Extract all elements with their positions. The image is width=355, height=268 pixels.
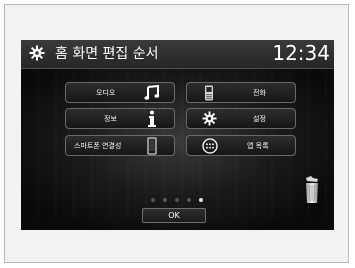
page-dot[interactable] [175, 198, 179, 202]
smartphone-icon [147, 137, 157, 155]
tile-phone-link[interactable]: 스마트폰 연결성 [65, 135, 175, 156]
music-note-icon [144, 85, 160, 100]
tile-app-list[interactable]: 앱 목록 [186, 135, 296, 156]
phone-icon [205, 85, 213, 101]
tile-phone[interactable]: 전화 [186, 82, 296, 103]
infotainment-screen: 홈 화면 편집 순서 12:34 오디오 정보 스마트폰 연결성 전화 설정 앱… [21, 40, 334, 230]
trash-icon[interactable] [304, 176, 320, 204]
app-grid-icon [202, 138, 218, 154]
page-dot[interactable] [163, 198, 167, 202]
tile-audio-label: 오디오 [96, 89, 116, 97]
tile-info[interactable]: 정보 [65, 108, 175, 129]
tile-info-label: 정보 [104, 115, 117, 123]
tile-phone-link-label: 스마트폰 연결성 [74, 142, 122, 150]
page-indicator [151, 198, 211, 204]
page-dot[interactable] [151, 198, 155, 202]
ok-button[interactable]: OK [142, 208, 206, 223]
title-bar: 홈 화면 편집 순서 12:34 [21, 40, 334, 69]
gear-icon [202, 111, 217, 126]
tile-app-list-label: 앱 목록 [247, 142, 269, 150]
page-dot[interactable] [187, 198, 191, 202]
gear-icon [29, 45, 45, 61]
tile-settings-label: 설정 [253, 115, 266, 123]
tile-audio[interactable]: 오디오 [65, 82, 175, 103]
clock: 12:34 [272, 41, 330, 65]
info-icon [148, 110, 156, 127]
tile-settings[interactable]: 설정 [186, 108, 296, 129]
page-title: 홈 화면 편집 순서 [55, 46, 159, 62]
page-dot-active[interactable] [199, 198, 203, 202]
tile-phone-label: 전화 [253, 89, 266, 97]
